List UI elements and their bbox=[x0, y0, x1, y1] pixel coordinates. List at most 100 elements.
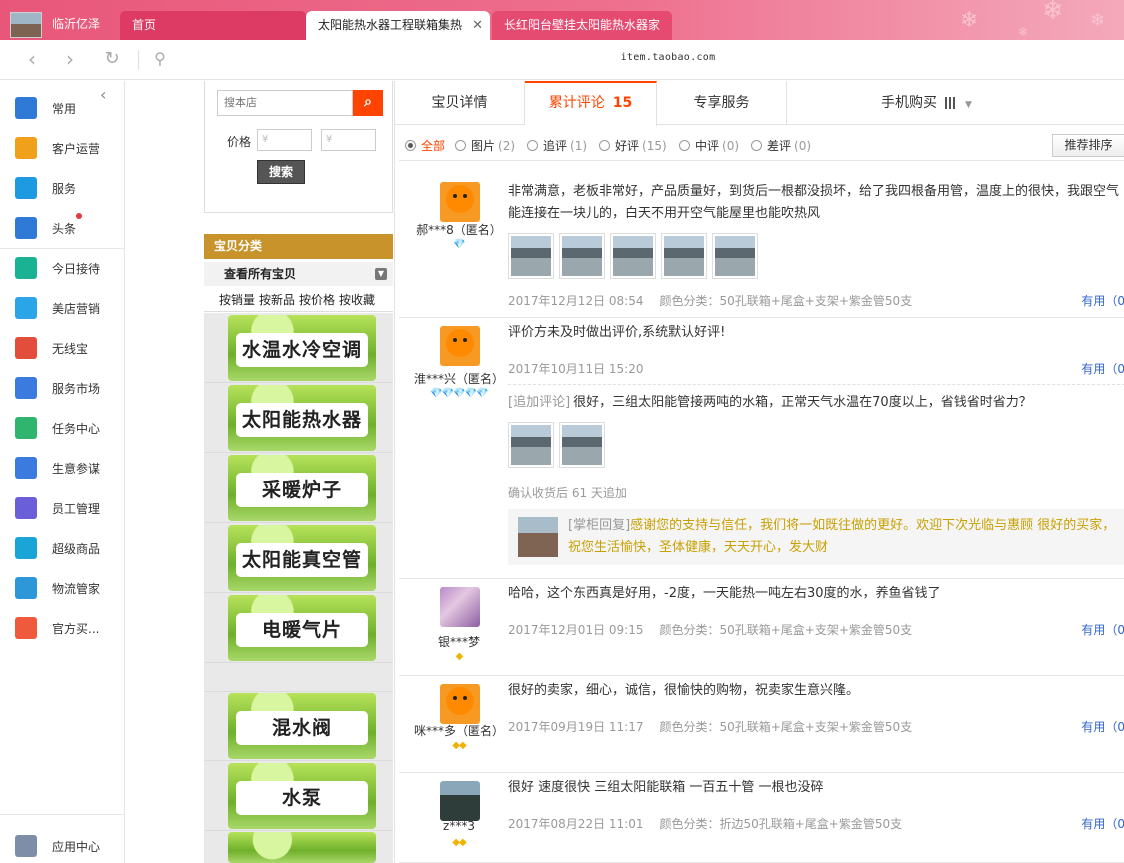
review-photo-thumb[interactable] bbox=[559, 233, 605, 279]
tab-reviews[interactable]: 累计评论 15 bbox=[525, 81, 657, 126]
avatar[interactable] bbox=[440, 684, 480, 724]
avatar[interactable] bbox=[440, 781, 480, 821]
filter-radio-4[interactable]: 中评 (0) bbox=[679, 137, 739, 154]
view-all-label: 查看所有宝贝 bbox=[224, 267, 297, 281]
radio-button-icon[interactable] bbox=[405, 140, 416, 151]
sort-dropdown-button[interactable]: 推荐排序 bbox=[1052, 134, 1124, 157]
review-item: z***3 ◆◆ 很好 速度很快 三组太阳能联箱 一百五十管 一根也没碎 2017年0… bbox=[399, 773, 1124, 863]
review-text: 很好 速度很快 三组太阳能联箱 一百五十管 一根也没碎 bbox=[508, 780, 824, 795]
radio-button-icon[interactable] bbox=[679, 140, 690, 151]
tab-exclusive-service[interactable]: 专享服务 bbox=[657, 81, 787, 125]
sidebar-item[interactable]: 头条 bbox=[0, 209, 124, 245]
marketing-icon bbox=[15, 297, 37, 319]
review-date: 2017年12月01日 09:15 bbox=[508, 623, 644, 637]
category-banner[interactable]: 太阳能热水器 bbox=[228, 385, 376, 451]
filter-radio-2[interactable]: 追评 (1) bbox=[527, 137, 587, 154]
sidebar-item[interactable]: 官方买... bbox=[0, 609, 124, 645]
review-item: 郝***8（匿名） 💎 非常满意，老板非常好，产品质量好，到货后一根都没损坏，给了我… bbox=[399, 177, 1124, 318]
sidebar-item[interactable]: 应用中心 bbox=[0, 827, 124, 863]
category-divider bbox=[204, 662, 393, 663]
search-icon[interactable]: ⌕ bbox=[353, 90, 383, 116]
snowflake-decoration-icon: ❄ bbox=[1090, 10, 1106, 31]
category-banner[interactable]: 混水阀 bbox=[228, 693, 376, 759]
review-photo-thumb[interactable] bbox=[661, 233, 707, 279]
sort-by-price-link[interactable]: 按价格 bbox=[299, 293, 335, 307]
useful-button[interactable]: 有用（0 bbox=[1081, 360, 1124, 377]
review-photo-thumb[interactable] bbox=[559, 422, 605, 468]
category-banner[interactable] bbox=[228, 832, 376, 863]
sort-by-sales-link[interactable]: 按销量 bbox=[219, 293, 255, 307]
list-icon bbox=[15, 97, 37, 119]
avatar[interactable] bbox=[440, 326, 480, 366]
radio-button-icon[interactable] bbox=[599, 140, 610, 151]
sidebar-item[interactable]: 生意参谋 bbox=[0, 449, 124, 485]
close-tab-icon[interactable]: ✕ bbox=[472, 11, 483, 40]
browser-tab-other[interactable]: 长红阳台壁挂太阳能热水器家 bbox=[492, 11, 672, 40]
browser-tab-active[interactable]: 太阳能热水器工程联箱集热 ✕ bbox=[306, 11, 490, 40]
review-meta: 2017年12月12日 08:54 颜色分类：50孔联箱+尾盒+支架+紫金管50支 bbox=[508, 292, 912, 309]
sidebar-item[interactable]: 常用 bbox=[0, 89, 124, 125]
collapse-toggle-icon[interactable]: ▼ bbox=[375, 268, 387, 280]
sidebar-item[interactable]: 员工管理 bbox=[0, 489, 124, 525]
sidebar-item[interactable]: 超级商品 bbox=[0, 529, 124, 565]
sidebar-item[interactable]: 服务 bbox=[0, 169, 124, 205]
sidebar-item-label: 今日接待 bbox=[52, 262, 101, 276]
filter-radio-0[interactable]: 全部 bbox=[405, 137, 445, 154]
useful-button[interactable]: 有用（0 bbox=[1081, 621, 1124, 638]
sidebar-item[interactable]: 任务中心 bbox=[0, 409, 124, 445]
category-banner[interactable]: 电暖气片 bbox=[228, 595, 376, 661]
useful-button[interactable]: 有用（0 bbox=[1081, 718, 1124, 735]
review-photo-thumb[interactable] bbox=[712, 233, 758, 279]
review-meta: 2017年12月01日 09:15 颜色分类：50孔联箱+尾盒+支架+紫金管50支 bbox=[508, 621, 912, 638]
sidebar-item[interactable]: 服务市场 bbox=[0, 369, 124, 405]
official-icon bbox=[15, 617, 37, 639]
category-divider bbox=[204, 522, 393, 523]
category-sort-links: 按销量 按新品 按价格 按收藏 bbox=[204, 288, 393, 312]
radio-button-icon[interactable] bbox=[751, 140, 762, 151]
category-banner[interactable]: 水温水冷空调 bbox=[228, 315, 376, 381]
sidebar-item[interactable]: 客户运营 bbox=[0, 129, 124, 165]
tab-mobile-purchase[interactable]: 手机购买 ▼ bbox=[787, 81, 1124, 125]
category-banner[interactable]: 水泵 bbox=[228, 763, 376, 829]
review-photo-thumb[interactable] bbox=[610, 233, 656, 279]
useful-button[interactable]: 有用（0 bbox=[1081, 292, 1124, 309]
browser-tab-shop[interactable]: 临沂亿泽 bbox=[10, 9, 118, 40]
sidebar-item-label: 服务市场 bbox=[52, 382, 101, 396]
shop-search-button[interactable]: 搜索 bbox=[257, 160, 305, 184]
category-divider bbox=[204, 830, 393, 831]
buyer-credit-badge: ◆ bbox=[455, 651, 464, 662]
shop-search-input[interactable] bbox=[217, 90, 353, 116]
filter-label: 中评 bbox=[695, 139, 720, 153]
filter-radio-3[interactable]: 好评 (15) bbox=[599, 137, 667, 154]
sidebar-item[interactable]: 物流管家 bbox=[0, 569, 124, 605]
tab-reviews-label: 累计评论 bbox=[548, 95, 605, 111]
browser-tab-home[interactable]: 首页 bbox=[120, 11, 306, 40]
sort-by-new-link[interactable]: 按新品 bbox=[259, 293, 295, 307]
radio-button-icon[interactable] bbox=[455, 140, 466, 151]
category-banner[interactable]: 太阳能真空管 bbox=[228, 525, 376, 591]
avatar[interactable] bbox=[440, 587, 480, 627]
seller-reply-body: 感谢您的支持与信任，我们将一如既往做的更好。欢迎下次光临与惠顾 很好的买家，祝您… bbox=[568, 518, 1116, 555]
review-photo-thumb[interactable] bbox=[508, 233, 554, 279]
append-time: 确认收货后 61 天追加 bbox=[508, 486, 627, 500]
filter-radio-1[interactable]: 图片 (2) bbox=[455, 137, 515, 154]
compass-icon bbox=[15, 457, 37, 479]
view-all-items-link[interactable]: 查看所有宝贝 ▼ bbox=[204, 262, 393, 286]
price-max-input[interactable]: ¥ bbox=[321, 129, 376, 151]
avatar[interactable] bbox=[440, 182, 480, 222]
address-bar-url[interactable]: item.taobao.com bbox=[0, 52, 1124, 63]
useful-button[interactable]: 有用（0 bbox=[1081, 815, 1124, 832]
photo bbox=[562, 236, 602, 276]
reviewer-name: 银***梦 bbox=[437, 635, 480, 649]
filter-radio-5[interactable]: 差评 (0) bbox=[751, 137, 811, 154]
sort-by-favorites-link[interactable]: 按收藏 bbox=[339, 293, 375, 307]
sidebar-item[interactable]: 美店营销 bbox=[0, 289, 124, 325]
sidebar-item[interactable]: 今日接待 bbox=[0, 249, 124, 285]
review-photos bbox=[508, 233, 763, 282]
tab-item-details[interactable]: 宝贝详情 bbox=[395, 81, 525, 125]
radio-button-icon[interactable] bbox=[527, 140, 538, 151]
category-banner[interactable]: 采暖炉子 bbox=[228, 455, 376, 521]
price-min-input[interactable]: ¥ bbox=[257, 129, 312, 151]
review-photo-thumb[interactable] bbox=[508, 422, 554, 468]
sidebar-item[interactable]: 无线宝 bbox=[0, 329, 124, 365]
